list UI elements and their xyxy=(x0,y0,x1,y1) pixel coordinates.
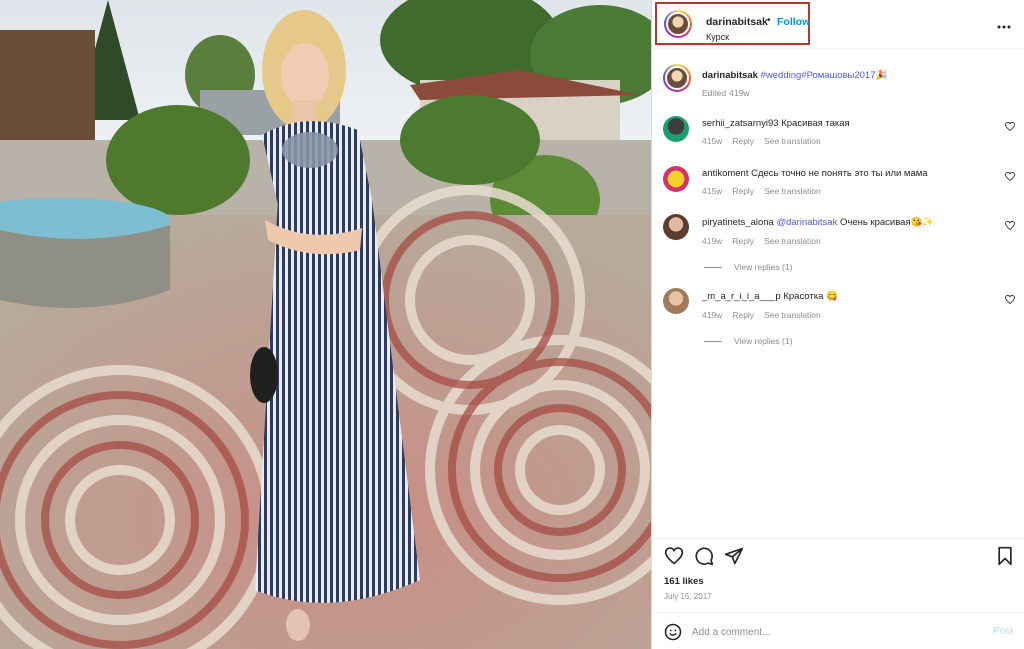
caption-meta: Edited 419w xyxy=(702,88,759,98)
view-replies-label[interactable]: View replies (1) xyxy=(734,262,792,272)
comment-input[interactable] xyxy=(692,621,972,643)
reply-button[interactable]: Reply xyxy=(732,186,754,196)
post-detail-panel: darinabitsak • Follow Курск darinabitsak… xyxy=(651,0,1024,649)
see-translation-button[interactable]: See translation xyxy=(764,236,821,246)
replies-divider xyxy=(704,341,722,343)
comment-time: 415w xyxy=(702,136,723,146)
comment-meta: 415w Reply See translation xyxy=(702,186,831,196)
caption-text: darinabitsak #wedding#Ромашовы2017🎉 xyxy=(702,70,992,82)
add-comment-bar: Post xyxy=(652,612,1024,649)
caption-avatar[interactable] xyxy=(663,64,691,92)
caption-username[interactable]: darinabitsak xyxy=(702,70,758,81)
reply-button[interactable]: Reply xyxy=(732,236,754,246)
emoji-icon[interactable] xyxy=(664,623,682,641)
author-avatar[interactable] xyxy=(664,10,692,38)
comment-row: piryatinets_alona @darinabitsak Очень кр… xyxy=(652,214,1024,276)
heart-icon[interactable] xyxy=(1005,121,1015,133)
caption-hashtags[interactable]: #wedding#Ромашовы2017 xyxy=(761,70,876,81)
follow-button[interactable]: Follow xyxy=(777,16,810,28)
heart-icon[interactable] xyxy=(664,546,684,566)
caption-time: 419w xyxy=(729,88,750,98)
comment-text: piryatinets_alona @darinabitsak Очень кр… xyxy=(702,217,992,229)
post-comment-button[interactable]: Post xyxy=(993,626,1013,637)
comments-section: darinabitsak #wedding#Ромашовы2017🎉 Edit… xyxy=(652,50,1024,540)
commenter-avatar[interactable] xyxy=(663,116,689,142)
comment-body: Очень красивая😘✨ xyxy=(839,217,935,228)
reply-button[interactable]: Reply xyxy=(732,310,754,320)
heart-icon[interactable] xyxy=(1005,220,1015,232)
likes-count[interactable]: 161 likes xyxy=(664,576,704,587)
comment-meta: 415w Reply See translation xyxy=(702,136,831,146)
heart-icon[interactable] xyxy=(1005,294,1015,306)
comment-text: antikoment Сдесь точно не понять это ты … xyxy=(702,168,992,180)
comment-time: 415w xyxy=(702,186,723,196)
comment-body: Красивая такая xyxy=(781,118,850,129)
caption-row: darinabitsak #wedding#Ромашовы2017🎉 Edit… xyxy=(652,64,1024,104)
comment-username[interactable]: serhii_zatsarnyi93 xyxy=(702,118,779,129)
view-replies-label[interactable]: View replies (1) xyxy=(734,336,792,346)
comment-time: 419w xyxy=(702,310,723,320)
author-highlight-box: darinabitsak • Follow Курск xyxy=(655,2,810,45)
comment-row: serhii_zatsarnyi93 Красивая такая 415w Re… xyxy=(652,114,1024,154)
comment-username[interactable]: _m_a_r_i_i_a___p xyxy=(702,291,781,302)
see-translation-button[interactable]: See translation xyxy=(764,310,821,320)
view-replies-button[interactable]: View replies (1) xyxy=(704,336,792,346)
caption-emoji: 🎉 xyxy=(875,70,888,81)
post-photo[interactable] xyxy=(0,0,651,649)
commenter-avatar[interactable] xyxy=(663,214,689,240)
see-translation-button[interactable]: See translation xyxy=(764,186,821,196)
reply-button[interactable]: Reply xyxy=(732,136,754,146)
comment-row: _m_a_r_i_i_a___p Красотка 😋 419w Reply See… xyxy=(652,288,1024,350)
comment-meta: 419w Reply See translation xyxy=(702,310,831,320)
comment-meta: 419w Reply See translation xyxy=(702,236,831,246)
post-header: darinabitsak • Follow Курск xyxy=(652,0,1024,49)
comment-row: antikoment Сдесь точно не понять это ты … xyxy=(652,164,1024,204)
photo-illustration xyxy=(0,0,651,649)
see-translation-button[interactable]: See translation xyxy=(764,136,821,146)
comment-body: Красотка 😋 xyxy=(783,291,838,302)
comment-icon[interactable] xyxy=(694,546,714,566)
bookmark-icon[interactable] xyxy=(995,546,1015,566)
comment-mention[interactable]: @darinabitsak xyxy=(776,217,837,228)
post-date: July 15, 2017 xyxy=(664,592,712,601)
comment-username[interactable]: piryatinets_alona xyxy=(702,217,774,228)
replies-divider xyxy=(704,267,722,269)
comment-username[interactable]: antikoment xyxy=(702,168,748,179)
post-actions: 161 likes July 15, 2017 xyxy=(652,538,1024,610)
author-username[interactable]: darinabitsak xyxy=(706,16,768,28)
commenter-avatar[interactable] xyxy=(663,166,689,192)
commenter-avatar[interactable] xyxy=(663,288,689,314)
comment-time: 419w xyxy=(702,236,723,246)
separator-dot: • xyxy=(767,15,771,26)
view-replies-button[interactable]: View replies (1) xyxy=(704,262,792,272)
post-location[interactable]: Курск xyxy=(706,32,729,42)
heart-icon[interactable] xyxy=(1005,171,1015,183)
caption-edited: Edited xyxy=(702,88,727,98)
more-options-icon[interactable] xyxy=(997,16,1011,32)
comment-body: Сдесь точно не понять это ты или мама xyxy=(751,168,928,179)
comment-text: serhii_zatsarnyi93 Красивая такая xyxy=(702,118,992,130)
comment-text: _m_a_r_i_i_a___p Красотка 😋 xyxy=(702,291,992,303)
share-icon[interactable] xyxy=(724,546,744,566)
